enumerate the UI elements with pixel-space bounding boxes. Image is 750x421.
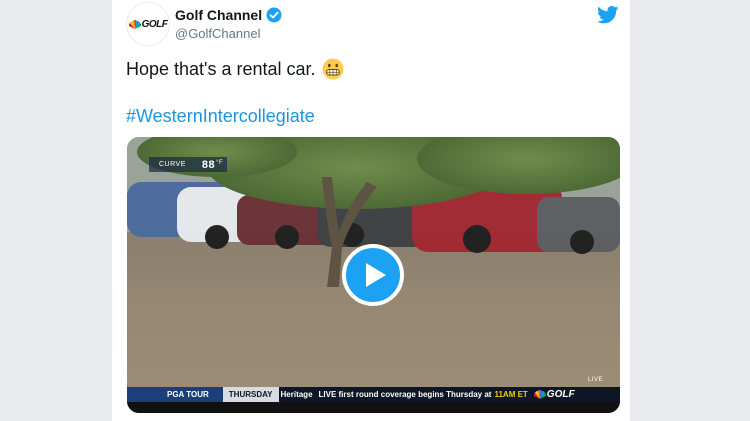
avatar-logo-text: GOLF [141,18,168,30]
ticker-day: THURSDAY [222,387,279,402]
twitter-bird-icon[interactable] [597,6,619,24]
video-player[interactable]: CURVE 88 °F LIVE PGA TOUR THURSDAY Herit… [127,137,620,413]
ticker-tour: PGA TOUR [127,387,223,402]
tweet-text: Hope that's a rental car. [126,58,316,79]
curve-temperature-overlay: CURVE 88 °F [149,157,227,172]
video-bottom-bar [127,402,620,413]
ticker-brand-text: GOLF [546,389,575,400]
curve-unit: °F [216,159,224,166]
ticker-live-text: LIVE first round coverage begins Thursda… [318,390,492,399]
broadcast-ticker: PGA TOUR THURSDAY Heritage LIVE first ro… [127,387,620,402]
play-icon [365,263,386,287]
avatar[interactable]: GOLF [126,2,170,46]
peacock-icon [128,19,141,29]
curve-label: CURVE [159,161,186,168]
curve-value: 88 [201,158,216,171]
author-name-row[interactable]: Golf Channel [175,7,282,23]
tweet-text-row: Hope that's a rental car. [126,58,344,80]
author-name[interactable]: Golf Channel [175,7,262,23]
ticker-live-time: 11AM ET [494,390,528,399]
peacock-icon [533,390,546,399]
live-bug: LIVE [588,377,604,383]
grimacing-face-icon [322,58,344,80]
play-button[interactable] [342,244,404,306]
verified-badge-icon [266,7,282,23]
hashtag-link[interactable]: #WesternIntercollegiate [126,106,315,127]
tweet-card: GOLF Golf Channel @GolfChannel Hope that… [112,0,630,421]
author-handle[interactable]: @GolfChannel [175,26,260,41]
golf-channel-logo: GOLF [128,18,168,30]
ticker-event: Heritage [280,390,313,399]
ticker-brand: GOLF [533,389,575,400]
